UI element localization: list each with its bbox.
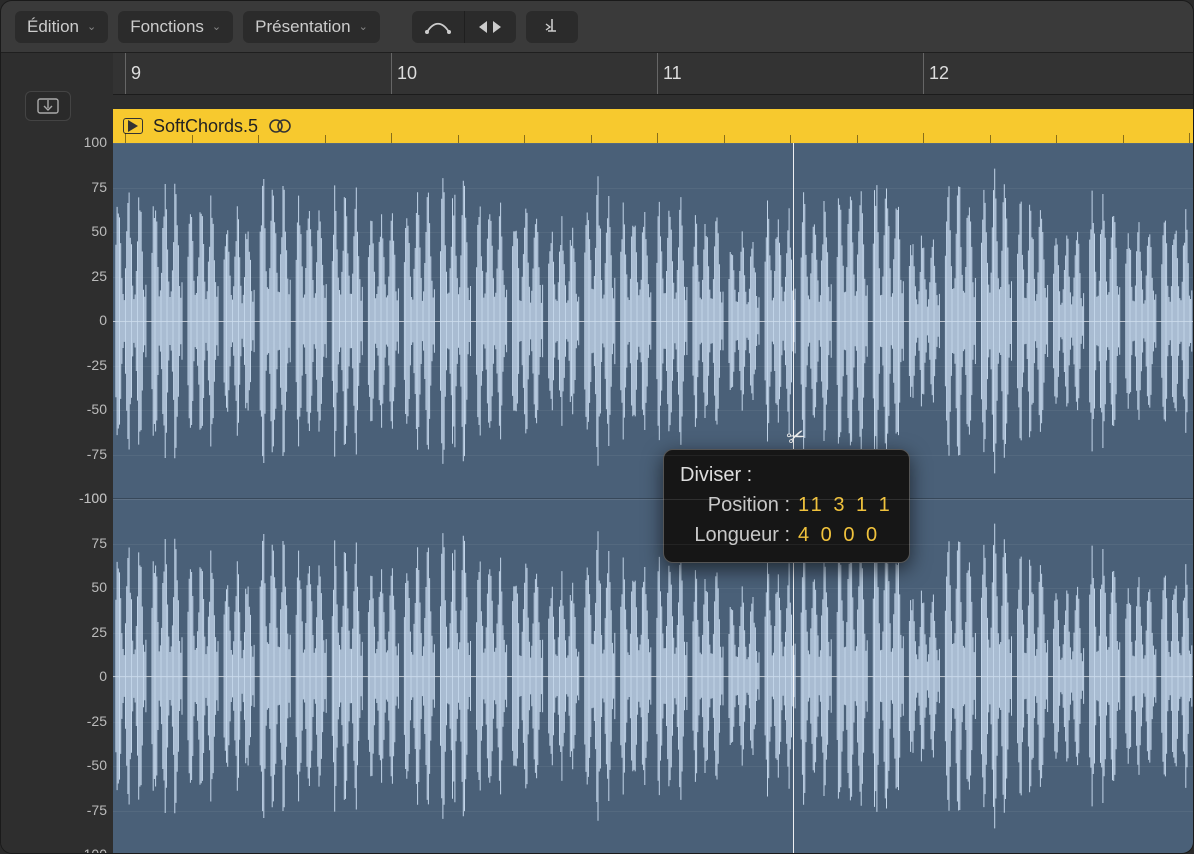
left-gutter: 100 75 50 25 0 -25 -50 -75 -100 100 75 50 25 0 -25 -50 -…	[1, 53, 113, 853]
ruler-bar-number: 11	[663, 63, 682, 84]
amplitude-scale-label: 25	[7, 624, 107, 640]
amplitude-scale-label: -75	[7, 802, 107, 818]
chevron-down-icon: ⌄	[359, 20, 368, 33]
functions-menu-label: Fonctions	[130, 17, 204, 37]
amplitude-scale-label: 25	[7, 268, 107, 284]
amplitude-scale-label: 100	[7, 134, 107, 150]
tooltip-position-value: 11 3 1 1	[798, 490, 893, 520]
edit-menu-button[interactable]: Édition ⌄	[15, 11, 108, 43]
split-tooltip: Diviser : Position : 11 3 1 1 Longueur :…	[663, 449, 910, 563]
amplitude-scale-label: -75	[7, 446, 107, 462]
ruler-bar-number: 9	[131, 63, 141, 84]
amplitude-scale-label: -100	[7, 846, 107, 854]
view-menu-label: Présentation	[255, 17, 350, 37]
amplitude-scale-label: -50	[7, 757, 107, 773]
tool-mode-toggle	[412, 11, 516, 43]
bar-ruler[interactable]: 9 10 11 12	[113, 53, 1193, 95]
chevron-down-icon: ⌄	[87, 20, 96, 33]
ruler-bar-number: 12	[929, 63, 949, 84]
stereo-icon	[268, 118, 292, 134]
region-header[interactable]: SoftChords.5	[113, 109, 1193, 143]
view-menu-button[interactable]: Présentation ⌄	[243, 11, 380, 43]
edit-menu-label: Édition	[27, 17, 79, 37]
amplitude-scale-label: 75	[7, 179, 107, 195]
amplitude-scale-label: 50	[7, 223, 107, 239]
amplitude-scale-label: -50	[7, 401, 107, 417]
amplitude-scale-label: 0	[7, 668, 107, 684]
ruler-bar-number: 10	[397, 63, 417, 84]
functions-menu-button[interactable]: Fonctions ⌄	[118, 11, 233, 43]
waveform-channel-right	[113, 498, 1193, 853]
playhead-snap-icon	[542, 17, 562, 37]
chevron-down-icon: ⌄	[212, 20, 221, 33]
amplitude-scale-label: 100	[7, 490, 107, 506]
audio-editor-root: Édition ⌄ Fonctions ⌄ Présentation ⌄	[0, 0, 1194, 854]
amplitude-scale-label: -25	[7, 713, 107, 729]
inspector-toggle-button[interactable]	[25, 91, 71, 121]
catch-playhead-button[interactable]	[526, 11, 578, 43]
curve-icon	[425, 19, 451, 35]
tooltip-length-value: 4 0 0 0	[798, 520, 880, 550]
flex-button[interactable]	[464, 11, 516, 43]
inspector-icon	[37, 98, 59, 114]
tooltip-title: Diviser :	[680, 460, 893, 490]
editor-body: 100 75 50 25 0 -25 -50 -75 -100 100 75 50 25 0 -25 -50 -…	[1, 53, 1193, 853]
amplitude-scale-label: -25	[7, 357, 107, 373]
tooltip-length-label: Longueur :	[680, 520, 790, 550]
region-play-icon	[123, 118, 143, 134]
waveform-area[interactable]: ✂ Diviser : Position : 11 3 1 1 Longueur…	[113, 143, 1193, 853]
automation-curve-button[interactable]	[412, 11, 464, 43]
tooltip-position-label: Position :	[680, 490, 790, 520]
amplitude-scale-label: 0	[7, 312, 107, 328]
flex-icon	[477, 19, 503, 35]
amplitude-scale-label: 75	[7, 535, 107, 551]
amplitude-scale-label: 50	[7, 579, 107, 595]
editor-toolbar: Édition ⌄ Fonctions ⌄ Présentation ⌄	[1, 1, 1193, 53]
